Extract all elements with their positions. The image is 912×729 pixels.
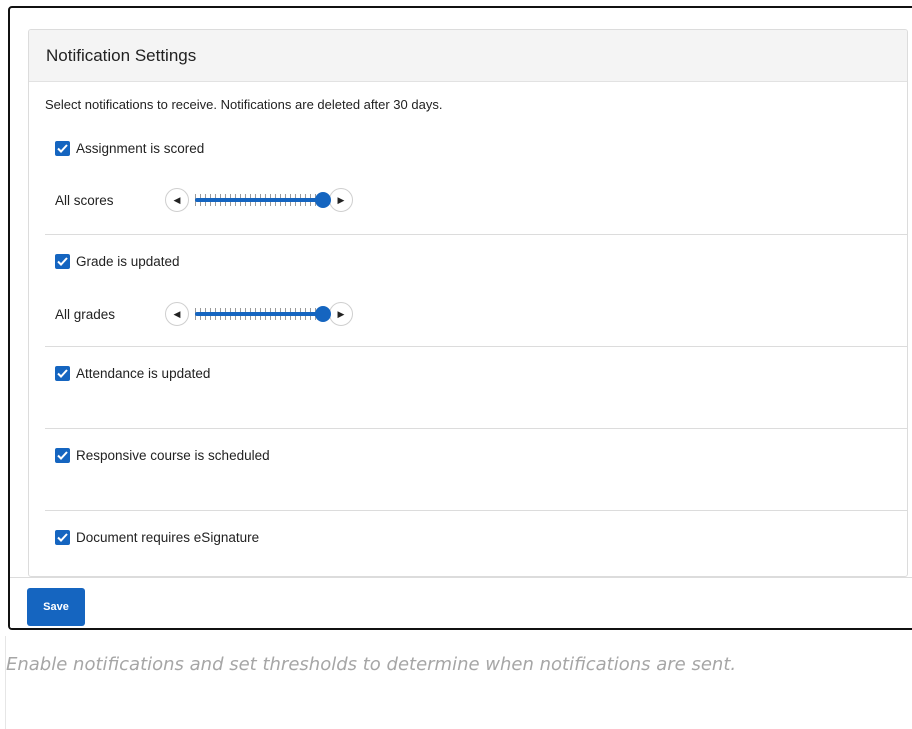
caret-right-icon[interactable]: ▶ — [329, 188, 353, 212]
slider-label: All grades — [55, 306, 116, 322]
setting-label: Responsive course is scheduled — [76, 448, 270, 463]
slider-track — [195, 312, 323, 316]
setting-checkbox-row[interactable]: Grade is updated — [55, 254, 180, 269]
screenshot-frame: Notification Settings Select notificatio… — [8, 6, 912, 630]
setting-label: Assignment is scored — [76, 141, 205, 156]
threshold-slider[interactable] — [191, 302, 331, 326]
footer-bar: Save — [10, 577, 912, 628]
setting-label: Grade is updated — [76, 254, 180, 269]
setting-checkbox-row[interactable]: Responsive course is scheduled — [55, 448, 270, 463]
setting-section-responsive-course: Responsive course is scheduled — [45, 428, 907, 511]
slider-thumb[interactable] — [315, 192, 331, 208]
setting-checkbox-row[interactable]: Document requires eSignature — [55, 530, 259, 545]
slider-label: All scores — [55, 192, 114, 208]
intro-text: Select notifications to receive. Notific… — [45, 97, 443, 112]
caret-left-icon[interactable]: ◀ — [165, 302, 189, 326]
setting-label: Document requires eSignature — [76, 530, 260, 545]
threshold-slider-row: All grades ◀ ▶ — [55, 302, 353, 326]
threshold-slider[interactable] — [191, 188, 331, 212]
threshold-slider-row: All scores ◀ ▶ — [55, 188, 353, 212]
panel-title: Notification Settings — [46, 45, 197, 65]
setting-label: Attendance is updated — [76, 366, 211, 381]
image-caption: Enable notifications and set thresholds … — [6, 654, 737, 675]
checkmark-icon[interactable] — [55, 448, 70, 463]
setting-checkbox-row[interactable]: Attendance is updated — [55, 366, 210, 381]
slider-thumb[interactable] — [315, 306, 331, 322]
setting-section-assignment: Assignment is scored All scores ◀ ▶ — [45, 126, 907, 234]
checkmark-icon[interactable] — [55, 254, 70, 269]
checkmark-icon[interactable] — [55, 530, 70, 545]
caret-left-icon[interactable]: ◀ — [165, 188, 189, 212]
setting-checkbox-row[interactable]: Assignment is scored — [55, 141, 204, 156]
caret-right-icon[interactable]: ▶ — [329, 302, 353, 326]
caption-divider — [5, 636, 6, 729]
setting-section-grade: Grade is updated All grades ◀ ▶ — [45, 234, 907, 347]
slider-track — [195, 198, 323, 202]
checkmark-icon[interactable] — [55, 366, 70, 381]
notification-settings-panel: Notification Settings Select notificatio… — [28, 29, 908, 577]
setting-section-attendance: Attendance is updated — [45, 346, 907, 429]
panel-header: Notification Settings — [29, 30, 907, 82]
setting-section-esignature: Document requires eSignature — [45, 510, 907, 576]
checkmark-icon[interactable] — [55, 141, 70, 156]
save-button[interactable]: Save — [27, 588, 85, 626]
